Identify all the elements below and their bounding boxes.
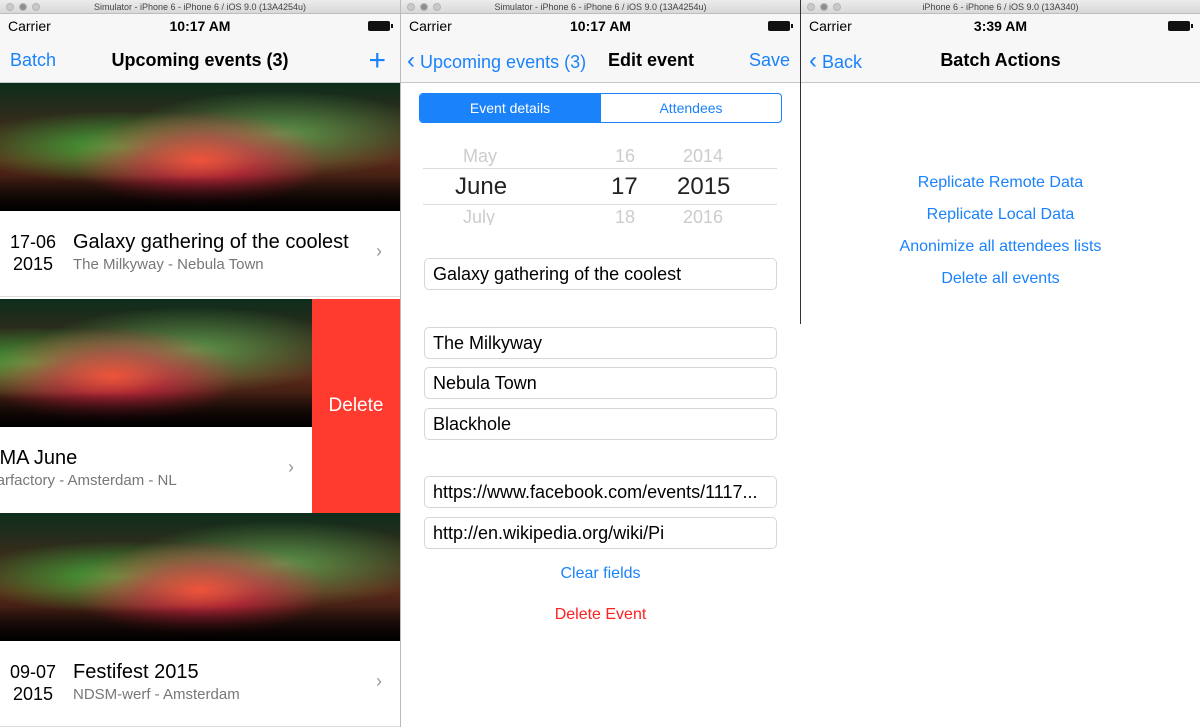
window-title: Simulator - iPhone 6 - iPhone 6 / iOS 9.… bbox=[93, 2, 307, 12]
picker-month[interactable]: June bbox=[455, 173, 507, 201]
batch-button[interactable]: Batch bbox=[10, 38, 56, 83]
chevron-right-icon: › bbox=[376, 241, 382, 261]
delete-button[interactable]: Delete bbox=[312, 299, 400, 513]
delete-event-button[interactable]: Delete Event bbox=[401, 606, 800, 624]
event-title: UMA June bbox=[0, 447, 78, 469]
list-item[interactable]: 17-06 2015 Galaxy gathering of the cooles… bbox=[0, 211, 400, 297]
event-title: Galaxy gathering of the coolest bbox=[73, 231, 349, 253]
window-title: iPhone 6 - iPhone 6 / iOS 9.0 (13A340) bbox=[922, 2, 1079, 12]
chevron-left-icon: ‹ bbox=[809, 47, 817, 74]
back-button[interactable]: ‹ Upcoming events (3) bbox=[407, 38, 586, 85]
clear-fields-button[interactable]: Clear fields bbox=[401, 565, 800, 583]
event-card[interactable]: 17-06 2015 Galaxy gathering of the cooles… bbox=[0, 83, 400, 297]
delete-all-events-button[interactable]: Delete all events bbox=[801, 270, 1200, 288]
clock: 3:39 AM bbox=[973, 18, 1028, 34]
save-button[interactable]: Save bbox=[749, 38, 790, 83]
window-titlebar: Simulator - iPhone 6 - iPhone 6 / iOS 9.… bbox=[401, 0, 800, 14]
date-picker[interactable]: May June July 16 17 18 2014 2015 2016 bbox=[423, 143, 777, 228]
event-subtitle: igarfactory - Amsterdam - NL bbox=[0, 472, 177, 489]
batch-actions-screen: iPhone 6 - iPhone 6 / iOS 9.0 (13A340) C… bbox=[800, 0, 1200, 324]
clock: 10:17 AM bbox=[169, 18, 231, 34]
event-title: Festifest 2015 bbox=[73, 661, 199, 683]
window-titlebar: Simulator - iPhone 6 - iPhone 6 / iOS 9.… bbox=[0, 0, 400, 14]
tab-event-details[interactable]: Event details bbox=[420, 94, 600, 122]
list-item[interactable]: UMA June igarfactory - Amsterdam - NL › bbox=[0, 427, 312, 513]
event-date: 17-06 2015 bbox=[10, 232, 57, 274]
nav-bar: Batch Upcoming events (3) + bbox=[0, 38, 400, 83]
location-field[interactable]: The Milkyway bbox=[424, 327, 777, 359]
tab-attendees[interactable]: Attendees bbox=[600, 94, 781, 122]
event-image bbox=[0, 83, 400, 211]
chevron-right-icon: › bbox=[288, 457, 294, 477]
battery-icon bbox=[368, 21, 393, 31]
venue-field[interactable]: Blackhole bbox=[424, 408, 777, 440]
segmented-control: Event details Attendees bbox=[419, 93, 782, 123]
battery-icon bbox=[1168, 21, 1193, 31]
status-bar: Carrier 3:39 AM bbox=[801, 14, 1200, 38]
chevron-left-icon: ‹ bbox=[407, 47, 415, 74]
chevron-right-icon: › bbox=[376, 671, 382, 691]
nav-bar: ‹ Upcoming events (3) Edit event Save bbox=[401, 38, 800, 83]
event-card-swiped[interactable]: UMA June igarfactory - Amsterdam - NL › … bbox=[0, 299, 400, 513]
event-date: 09-07 2015 bbox=[10, 662, 57, 704]
picker-year[interactable]: 2015 bbox=[677, 173, 730, 201]
battery-icon bbox=[768, 21, 793, 31]
replicate-remote-button[interactable]: Replicate Remote Data bbox=[801, 174, 1200, 192]
page-title: Edit event bbox=[608, 50, 695, 70]
window-title: Simulator - iPhone 6 - iPhone 6 / iOS 9.… bbox=[494, 2, 707, 12]
event-card[interactable]: 09-07 2015 Festifest 2015 NDSM-werf - Ams… bbox=[0, 513, 400, 727]
facebook-url-field[interactable]: https://www.facebook.com/events/1117... bbox=[424, 476, 777, 508]
replicate-local-button[interactable]: Replicate Local Data bbox=[801, 206, 1200, 224]
event-subtitle: NDSM-werf - Amsterdam bbox=[73, 686, 240, 703]
event-name-field[interactable]: Galaxy gathering of the coolest bbox=[424, 258, 777, 290]
city-field[interactable]: Nebula Town bbox=[424, 367, 777, 399]
add-event-button[interactable]: + bbox=[368, 38, 386, 83]
picker-day[interactable]: 17 bbox=[611, 173, 638, 201]
status-bar: Carrier 10:17 AM bbox=[401, 14, 800, 38]
events-list-screen: Simulator - iPhone 6 - iPhone 6 / iOS 9.… bbox=[0, 0, 400, 727]
window-titlebar: iPhone 6 - iPhone 6 / iOS 9.0 (13A340) bbox=[801, 0, 1200, 14]
wiki-url-field[interactable]: http://en.wikipedia.org/wiki/Pi bbox=[424, 517, 777, 549]
clock: 10:17 AM bbox=[570, 18, 631, 34]
anonimize-button[interactable]: Anonimize all attendees lists bbox=[801, 238, 1200, 256]
event-image bbox=[0, 299, 312, 427]
event-image bbox=[0, 513, 400, 641]
page-title: Upcoming events (3) bbox=[111, 50, 289, 70]
event-subtitle: The Milkyway - Nebula Town bbox=[73, 256, 264, 273]
list-item[interactable]: 09-07 2015 Festifest 2015 NDSM-werf - Ams… bbox=[0, 641, 400, 727]
nav-bar: ‹ Back Batch Actions bbox=[801, 38, 1200, 83]
status-bar: Carrier 10:17 AM bbox=[0, 14, 400, 38]
back-button[interactable]: ‹ Back bbox=[809, 38, 862, 85]
edit-event-screen: Simulator - iPhone 6 - iPhone 6 / iOS 9.… bbox=[400, 0, 800, 727]
